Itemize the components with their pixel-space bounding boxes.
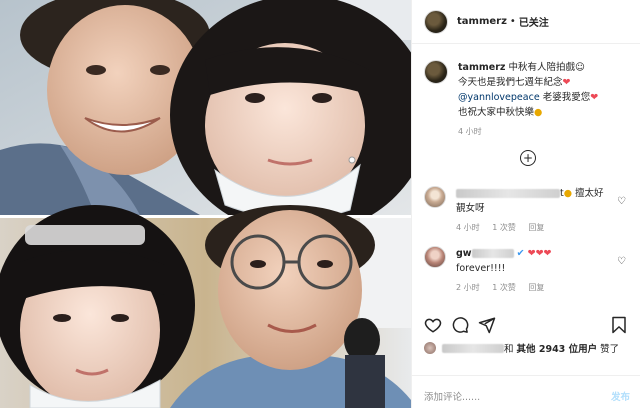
- post-side-panel: tammerz • 已关注 tammerz 中秋有人陪拍戲☺ 今天也是我們七週年…: [411, 0, 640, 408]
- comment-avatar[interactable]: [424, 246, 446, 268]
- caption-line-4: 也祝大家中秋快樂: [458, 107, 535, 118]
- caption-block: tammerz 中秋有人陪拍戲☺ 今天也是我們七週年紀念❤ @yannlovep…: [412, 60, 640, 139]
- header-separator: •: [509, 16, 516, 27]
- blurred-username: [456, 189, 560, 198]
- caption-line-2: 今天也是我們七週年紀念: [458, 77, 563, 88]
- comment-body: gw ✔ ❤❤❤ forever!!!! 2 小时 1 次赞 回复: [456, 246, 628, 295]
- add-comment-input[interactable]: 添加评论......: [424, 389, 480, 403]
- comment-like-heart-outline-icon[interactable]: ♡: [617, 256, 626, 267]
- comment-text: forever!!!!: [456, 263, 506, 274]
- comment-avatar[interactable]: [424, 186, 446, 208]
- comment-2: gw ✔ ❤❤❤ forever!!!! 2 小时 1 次赞 回复: [424, 246, 628, 295]
- comment-meta: 2 小时 1 次赞 回复: [456, 280, 628, 295]
- comment-likes-count[interactable]: 1 次赞: [492, 223, 516, 232]
- smile-emoji-icon: ●: [534, 107, 543, 118]
- heart-emoji-icon: ❤: [562, 77, 571, 88]
- caption-timestamp[interactable]: 4 小时: [458, 124, 628, 139]
- comment-1: t● 擅太好 靚女呀 4 小时 1 次赞 回复: [424, 186, 628, 235]
- heart-icon[interactable]: [424, 316, 442, 334]
- verified-badge-icon: ✔: [516, 248, 525, 259]
- comment-like-heart-outline-icon[interactable]: ♡: [617, 196, 626, 207]
- blurred-username: [471, 249, 514, 258]
- likes-others-link[interactable]: 其他 2943 位用户: [517, 341, 598, 355]
- blurred-username: [442, 343, 504, 353]
- likes-name-suffix: 和: [504, 344, 514, 355]
- caption-author-avatar[interactable]: [424, 60, 448, 84]
- comment-likes-count[interactable]: 1 次赞: [492, 283, 516, 292]
- liker-avatar[interactable]: [424, 342, 436, 354]
- share-icon[interactable]: [478, 316, 496, 334]
- caption-line-3: 老婆我愛您: [539, 92, 591, 103]
- author-username[interactable]: tammerz: [457, 16, 507, 27]
- comment-meta: 4 小时 1 次赞 回复: [456, 220, 628, 235]
- instagram-post-view: tammerz • 已关注 tammerz 中秋有人陪拍戲☺ 今天也是我們七週年…: [0, 0, 640, 408]
- post-comment-button[interactable]: 发布: [611, 389, 630, 403]
- comment-body: t● 擅太好 靚女呀 4 小时 1 次赞 回复: [456, 186, 628, 235]
- post-photo[interactable]: [0, 0, 411, 408]
- comment-text-line-2: 靚女呀: [456, 203, 485, 214]
- reply-button[interactable]: 回复: [528, 283, 544, 292]
- likes-liked-label: 赞了: [600, 344, 620, 355]
- composer-divider: [412, 375, 640, 376]
- bookmark-icon[interactable]: [610, 316, 628, 334]
- photo-collage: [0, 0, 411, 408]
- caption-body: tammerz 中秋有人陪拍戲☺ 今天也是我們七週年紀念❤ @yannlovep…: [458, 60, 628, 139]
- comment-icon[interactable]: [451, 316, 469, 334]
- caption-mention-link[interactable]: @yannlovepeace: [458, 92, 540, 103]
- caption-row: tammerz 中秋有人陪拍戲☺ 今天也是我們七週年紀念❤ @yannlovep…: [424, 60, 628, 139]
- heart-emojis: ❤❤❤: [527, 248, 552, 259]
- comment-timestamp[interactable]: 2 小时: [456, 283, 480, 292]
- author-avatar[interactable]: [424, 9, 448, 34]
- comment-timestamp[interactable]: 4 小时: [456, 223, 480, 232]
- caption-line-1: 中秋有人陪拍戲☺: [508, 62, 585, 73]
- comment-text: 擅太好: [572, 188, 604, 199]
- reply-button[interactable]: 回复: [528, 223, 544, 232]
- post-header: tammerz • 已关注: [412, 0, 640, 44]
- heart-emoji-icon: ❤: [590, 92, 599, 103]
- caption-username[interactable]: tammerz: [458, 62, 505, 73]
- action-bar: [424, 316, 628, 336]
- likes-summary: 和 其他 2943 位用户 赞了: [424, 341, 619, 355]
- load-more-comments-button[interactable]: +: [520, 150, 536, 166]
- following-status-button[interactable]: 已关注: [519, 14, 549, 29]
- smile-emoji-icon: ●: [563, 188, 573, 199]
